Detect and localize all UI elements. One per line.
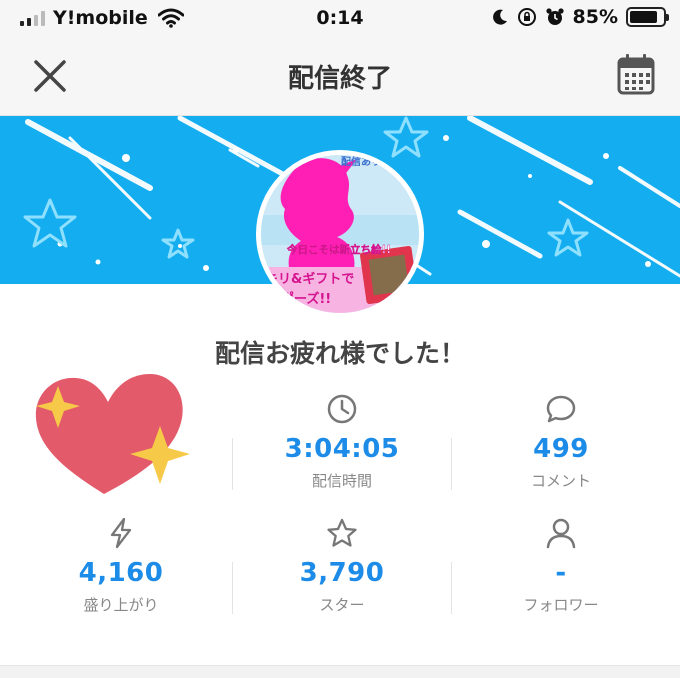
stars-value: 3,790 — [299, 558, 385, 588]
stat-stars: 3,790 スター — [232, 516, 452, 615]
star-icon — [327, 518, 357, 547]
stat-excitement: 4,160 盛り上がり — [11, 516, 231, 615]
moon-icon — [492, 9, 507, 25]
stream-time-label: 配信時間 — [311, 472, 372, 490]
divider — [232, 562, 233, 614]
clock-icon — [327, 394, 357, 424]
excitement-label: 盛り上がり — [83, 596, 159, 614]
comments-value: 499 — [533, 434, 589, 464]
nav-bar: 配信終了 — [0, 36, 680, 116]
page-title: 配信終了 — [287, 64, 392, 94]
stream-time-value: 3:04:05 — [284, 434, 400, 464]
followers-value: - — [555, 558, 567, 588]
rotation-lock-icon — [517, 8, 536, 26]
bottom-divider — [0, 665, 680, 678]
divider — [232, 438, 233, 490]
avatar-text-3: キリ&ギフトで — [265, 271, 354, 287]
divider — [451, 438, 452, 490]
stat-comments: 499 コメント — [451, 392, 671, 491]
status-bar-right: 85% — [491, 6, 669, 28]
comments-label: コメント — [530, 472, 591, 490]
excitement-value: 4,160 — [78, 558, 164, 588]
status-bar: Y!mobile 0:14 85% — [0, 0, 680, 36]
avatar-text-4: ポーズ!! — [281, 291, 331, 307]
finish-message: 配信お疲れ様でした！ — [214, 339, 465, 368]
battery-level — [630, 11, 658, 23]
avatar-text-2: 今日こそは新立ち絵!! — [286, 243, 391, 256]
stat-followers: - フォロワー — [451, 516, 671, 615]
avatar: 配信ありがとう 今日こそは新立ち絵!! キリ&ギフトで ポーズ!! — [256, 150, 424, 318]
stat-stream-time: 3:04:05 配信時間 — [232, 392, 452, 491]
battery-icon — [626, 7, 669, 27]
calendar-icon[interactable] — [616, 52, 656, 96]
battery-percent: 85% — [572, 6, 618, 28]
lightning-icon — [110, 517, 132, 549]
alarm-icon — [545, 8, 564, 25]
followers-label: フォロワー — [523, 596, 599, 614]
divider — [451, 562, 452, 614]
person-icon — [546, 518, 576, 549]
stars-label: スター — [319, 596, 365, 614]
comment-icon — [546, 395, 576, 423]
sparkling-heart-icon — [35, 374, 190, 494]
